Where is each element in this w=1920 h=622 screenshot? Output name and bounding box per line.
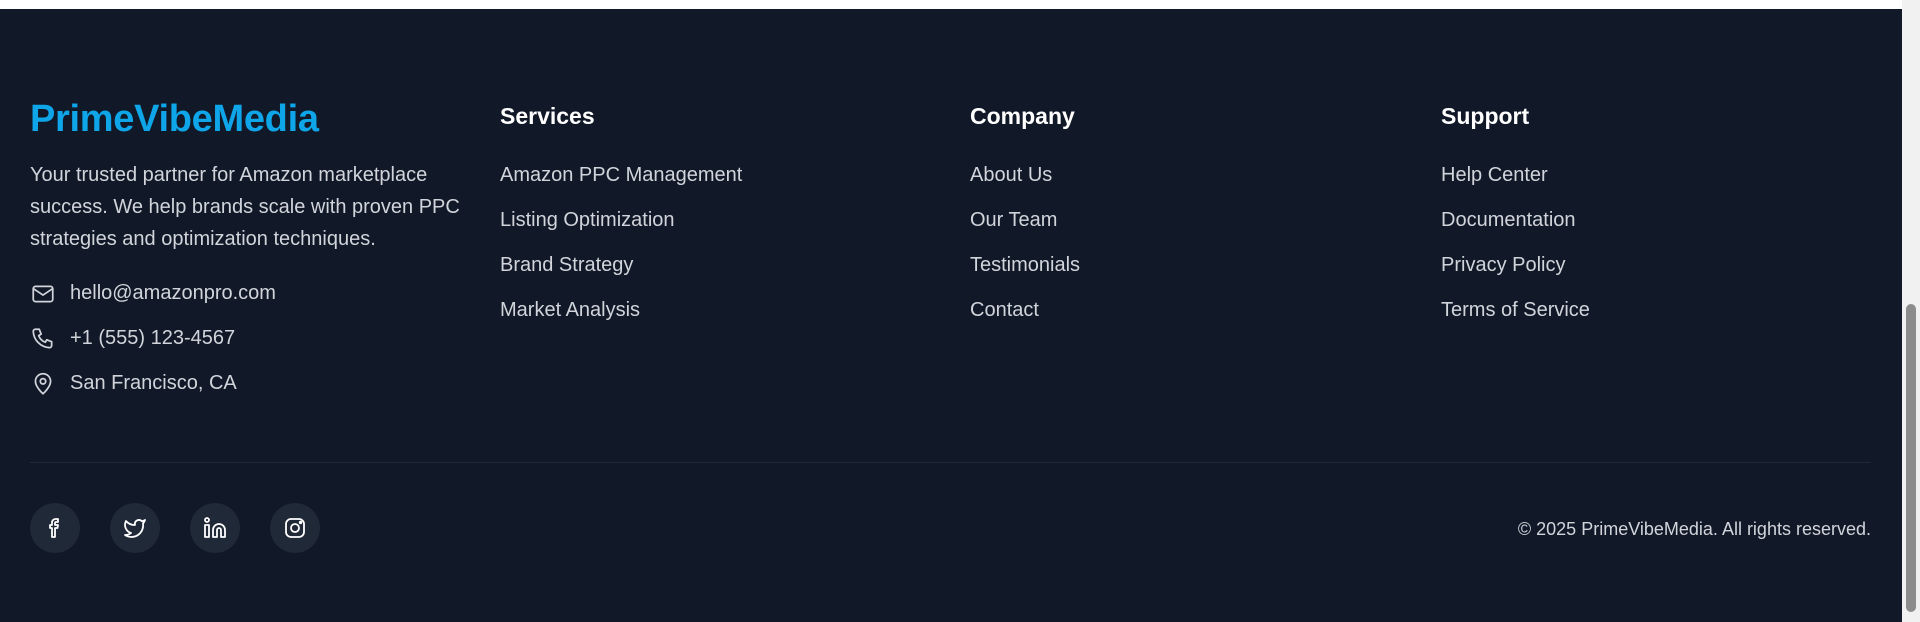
page: PrimeVibeMedia Your trusted partner for … — [0, 0, 1920, 622]
link-documentation[interactable]: Documentation — [1441, 209, 1576, 231]
link-our-team[interactable]: Our Team — [970, 209, 1057, 231]
link-terms-of-service[interactable]: Terms of Service — [1441, 299, 1590, 321]
footer-divider — [30, 462, 1871, 463]
twitter-button[interactable] — [110, 503, 160, 553]
social-links — [30, 503, 350, 553]
facebook-button[interactable] — [30, 503, 80, 553]
page-scrollbar[interactable] — [1902, 0, 1920, 622]
link-contact[interactable]: Contact — [970, 299, 1039, 321]
contact-email-text: hello@amazonpro.com — [70, 282, 276, 304]
twitter-icon — [123, 516, 147, 540]
link-market-analysis[interactable]: Market Analysis — [500, 299, 640, 321]
services-heading: Services — [500, 103, 595, 129]
linkedin-icon — [203, 516, 227, 540]
map-pin-icon — [30, 371, 56, 397]
site-footer: PrimeVibeMedia Your trusted partner for … — [0, 9, 1902, 622]
page-content-bottom-edge — [0, 0, 1902, 9]
link-privacy-policy[interactable]: Privacy Policy — [1441, 254, 1565, 276]
brand-logo-text[interactable]: PrimeVibeMedia — [30, 91, 470, 147]
services-links: Amazon PPC Management Listing Optimizati… — [500, 153, 940, 333]
link-amazon-ppc-management[interactable]: Amazon PPC Management — [500, 164, 742, 186]
instagram-button[interactable] — [270, 503, 320, 553]
copyright-text: © 2025 PrimeVibeMedia. All rights reserv… — [1517, 519, 1871, 539]
footer-brand-column: PrimeVibeMedia Your trusted partner for … — [30, 91, 470, 406]
company-heading: Company — [970, 103, 1075, 129]
link-brand-strategy[interactable]: Brand Strategy — [500, 254, 633, 276]
scrollbar-thumb[interactable] — [1906, 304, 1916, 612]
company-links: About Us Our Team Testimonials Contact — [970, 153, 1410, 333]
phone-icon — [30, 326, 56, 352]
link-listing-optimization[interactable]: Listing Optimization — [500, 209, 675, 231]
facebook-icon — [43, 516, 67, 540]
link-about-us[interactable]: About Us — [970, 164, 1052, 186]
contact-list: hello@amazonpro.com +1 (555) 123-4567 Sa… — [30, 271, 470, 406]
footer-company-column: Company About Us Our Team Testimonials C… — [970, 91, 1410, 333]
footer-support-column: Support Help Center Documentation Privac… — [1441, 91, 1861, 333]
instagram-icon — [283, 516, 307, 540]
contact-email[interactable]: hello@amazonpro.com — [30, 271, 470, 316]
brand-description: Your trusted partner for Amazon marketpl… — [30, 164, 460, 250]
support-links: Help Center Documentation Privacy Policy… — [1441, 153, 1861, 333]
contact-phone[interactable]: +1 (555) 123-4567 — [30, 316, 470, 361]
link-testimonials[interactable]: Testimonials — [970, 254, 1080, 276]
footer-services-column: Services Amazon PPC Management Listing O… — [500, 91, 940, 333]
contact-phone-text: +1 (555) 123-4567 — [70, 327, 236, 349]
support-heading: Support — [1441, 103, 1530, 129]
contact-location-text: San Francisco, CA — [70, 372, 237, 394]
contact-location: San Francisco, CA — [30, 361, 470, 406]
mail-icon — [30, 281, 56, 307]
linkedin-button[interactable] — [190, 503, 240, 553]
link-help-center[interactable]: Help Center — [1441, 164, 1548, 186]
